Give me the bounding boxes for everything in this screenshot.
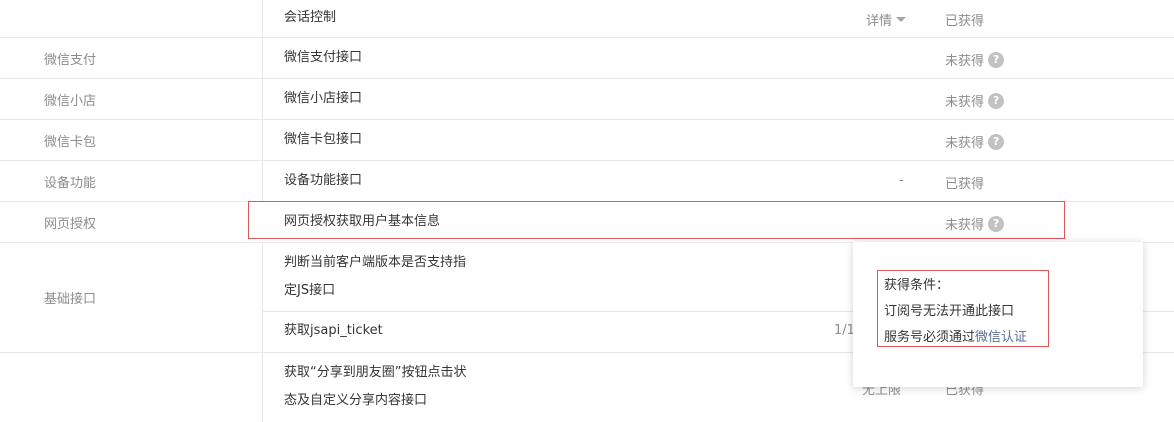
help-icon[interactable]: ?: [988, 133, 1005, 150]
table-row: 设备功能 设备功能接口 - 已获得: [0, 161, 1174, 202]
api-name: 会话控制: [284, 10, 337, 25]
api-name-line[interactable]: 判断当前客户端版本是否支持指: [284, 249, 466, 277]
status-text: 已获得: [945, 177, 985, 192]
table-row: 微信卡包 微信卡包接口 未获得 ?: [0, 120, 1174, 161]
category-cell: 微信卡包: [24, 120, 263, 160]
detail-dropdown[interactable]: 详情: [866, 10, 907, 29]
api-name[interactable]: 微信支付接口: [284, 44, 362, 72]
status-text: 未获得 ?: [945, 50, 1005, 69]
table-row: 微信小店 微信小店接口 未获得 ?: [0, 79, 1174, 120]
status-text: 未获得 ?: [945, 91, 1005, 110]
api-name[interactable]: 微信小店接口: [284, 85, 362, 113]
category-cell: [24, 0, 263, 37]
condition-popover: 获得条件： 订阅号无法开通此接口 服务号必须通过微信认证: [853, 242, 1143, 387]
status-text: 已获得: [945, 14, 985, 29]
table-row: 微信支付 微信支付接口 未获得 ?: [0, 38, 1174, 79]
wechat-verify-link[interactable]: 微信认证: [975, 330, 1027, 345]
popover-title: 获得条件：: [884, 278, 950, 293]
category-cell: 微信小店: [24, 79, 263, 119]
api-name-line[interactable]: 获取“分享到朋友圈”按钮点击状: [284, 359, 466, 387]
api-name[interactable]: 设备功能接口: [284, 167, 362, 195]
category-cell: 基础接口: [24, 243, 263, 352]
category-cell: 网页授权: [44, 216, 97, 232]
popover-line: 订阅号无法开通此接口: [884, 304, 1015, 319]
api-name[interactable]: 微信卡包接口: [284, 126, 362, 154]
api-name-line[interactable]: 定JS接口: [284, 277, 335, 305]
caret-down-icon: [896, 17, 907, 22]
status-text: 未获得 ?: [945, 132, 1005, 151]
condition-box: 获得条件： 订阅号无法开通此接口 服务号必须通过微信认证: [877, 270, 1049, 347]
limit-value: 1/1: [834, 323, 855, 338]
help-icon[interactable]: ?: [988, 51, 1005, 68]
detail-label: 详情: [866, 14, 893, 29]
highlight-box: [248, 201, 1065, 239]
category-cell: [24, 353, 263, 422]
api-name-line[interactable]: 态及自定义分享内容接口: [284, 387, 427, 415]
popover-line: 服务号必须通过微信认证: [884, 330, 1028, 345]
api-name[interactable]: 获取jsapi_ticket: [284, 317, 383, 345]
category-cell: 设备功能: [24, 161, 263, 201]
limit-value: -: [899, 173, 904, 188]
help-icon[interactable]: ?: [988, 92, 1005, 109]
category-cell: 微信支付: [24, 38, 263, 78]
table-row: 会话控制 详情 已获得: [0, 0, 1174, 38]
